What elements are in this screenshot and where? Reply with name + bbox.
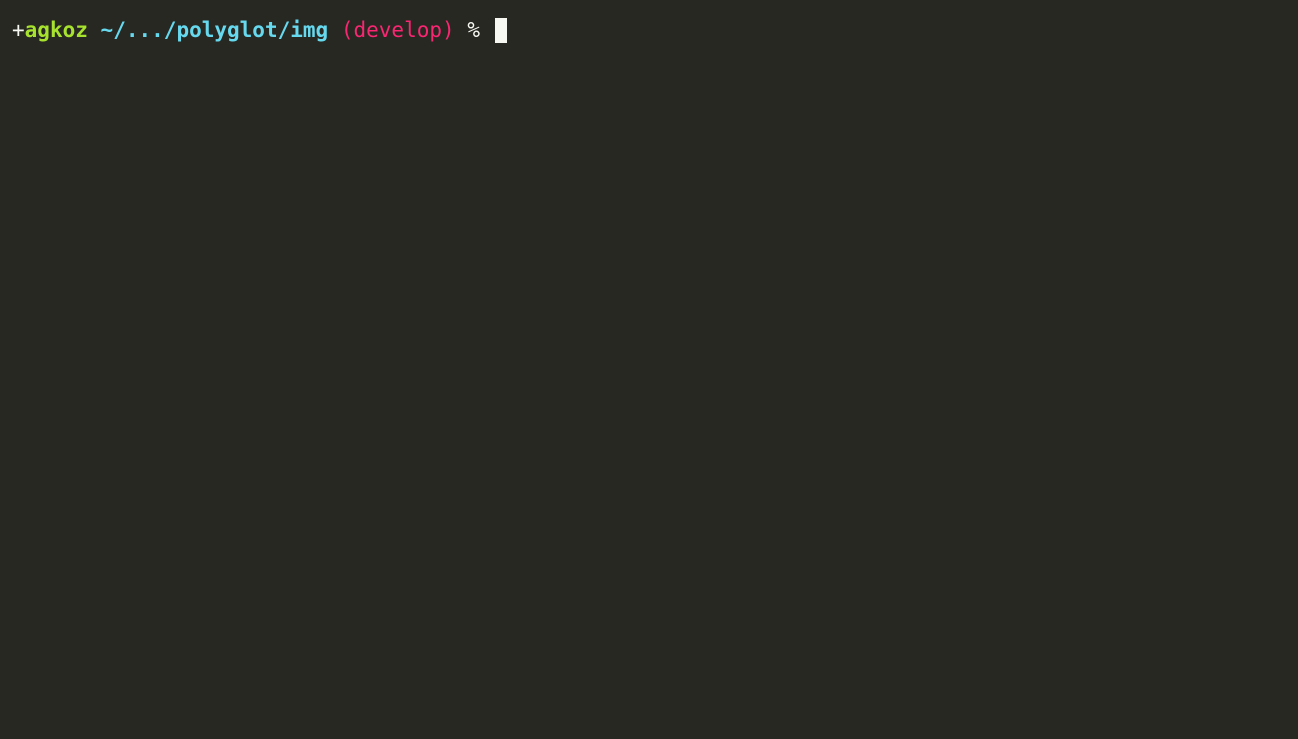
prompt-line: +agkoz ~/.../polyglot/img (develop) % [12,16,1286,45]
prompt-space [480,16,493,45]
prompt-path-slash: / [164,16,177,45]
prompt-path-slash: / [113,16,126,45]
prompt-plus: + [12,16,25,45]
prompt-space [328,16,341,45]
cursor-icon [495,18,507,43]
prompt-git-branch: develop [354,16,443,45]
prompt-space [88,16,101,45]
prompt-paren-open: ( [341,16,354,45]
terminal-window[interactable]: +agkoz ~/.../polyglot/img (develop) % [0,0,1298,739]
prompt-paren-close: ) [442,16,455,45]
prompt-path-segment: polyglot [176,16,277,45]
prompt-path-tilde: ~ [101,16,114,45]
prompt-path-dots: ... [126,16,164,45]
prompt-path-slash: / [278,16,291,45]
prompt-percent: % [467,16,480,45]
prompt-path-segment: img [290,16,328,45]
prompt-space [455,16,468,45]
prompt-user: agkoz [25,16,88,45]
